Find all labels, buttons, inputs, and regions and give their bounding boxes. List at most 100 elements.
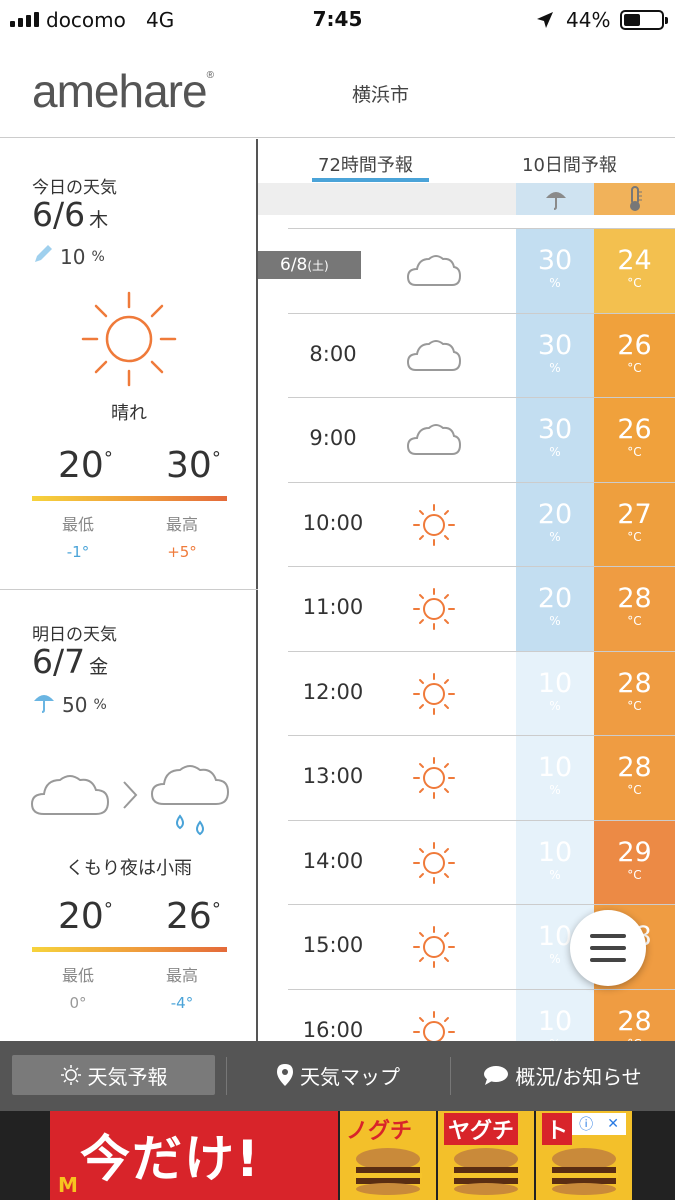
- rain-value: 10: [537, 752, 573, 783]
- sun-icon: [79, 289, 179, 389]
- hourly-row: 9:00 30% 26 °C: [288, 397, 675, 482]
- rain-unit: %: [549, 783, 561, 797]
- ad-banner[interactable]: 今だけ! M ノグチ ヤグチ ト ⓘ ✕: [0, 1111, 675, 1200]
- menu-button[interactable]: [570, 910, 646, 986]
- hourly-row: 12:00 10% 28 °C: [288, 650, 675, 736]
- temp-cell: 28°C: [594, 736, 675, 820]
- temp-range-bar: [32, 947, 227, 952]
- temp-cell: 28°C: [594, 989, 675, 1041]
- temp-cell: 27 °C: [594, 482, 675, 567]
- close-icon[interactable]: ✕: [607, 1116, 619, 1132]
- thermometer-icon: [630, 186, 642, 211]
- low-label: 最低: [61, 966, 94, 985]
- rain-cell: 30%: [516, 398, 594, 482]
- tomorrow-high-temp: 26°: [166, 896, 221, 937]
- today-precip: 10%: [32, 243, 105, 270]
- temp-value: 29: [617, 836, 652, 868]
- battery-icon: [620, 10, 668, 30]
- rain-unit: %: [549, 614, 561, 628]
- rain-cloud-icon: [150, 758, 230, 838]
- low-label: 最低: [61, 515, 94, 534]
- rain-unit: %: [549, 276, 561, 290]
- rain-value: 20: [537, 498, 573, 530]
- temp-column-header: [594, 183, 675, 215]
- city-name[interactable]: 横浜市: [352, 80, 409, 107]
- hour-label: 10:00: [302, 510, 364, 535]
- app-logo[interactable]: amehare®: [32, 64, 214, 118]
- burger-icon: [452, 1148, 520, 1195]
- rain-unit: %: [549, 698, 561, 713]
- nav-map[interactable]: 天気マップ: [236, 1055, 440, 1095]
- tab-10day[interactable]: 10日間予報: [522, 151, 617, 177]
- daily-summary-panel: 今日の天気 6/6 木 10% 晴れ 20° 30° 最低 最高 -1° +5°…: [0, 139, 258, 1041]
- bottom-nav: 天気予報 天気マップ 概況/お知らせ: [0, 1041, 675, 1111]
- temp-unit: °C: [627, 867, 642, 882]
- today-low-temp: 20°: [58, 445, 113, 486]
- nav-forecast[interactable]: 天気予報: [12, 1055, 215, 1095]
- high-diff: -4°: [170, 994, 194, 1012]
- rain-cell: 30%: [516, 229, 594, 313]
- low-diff: 0°: [69, 994, 87, 1012]
- hour-label: 12:00: [302, 679, 364, 704]
- temp-value: 28: [617, 667, 652, 699]
- temp-value: 27: [617, 498, 652, 530]
- location-arrow-icon: [536, 10, 554, 34]
- rain-cell: 10%: [516, 651, 594, 736]
- temp-value: 28: [617, 583, 652, 614]
- rain-value: 10: [537, 1005, 573, 1037]
- sun-icon: [406, 672, 462, 716]
- temp-unit: °C: [627, 276, 642, 290]
- tab-72h[interactable]: 72時間予報: [318, 151, 413, 177]
- sun-icon: [406, 756, 462, 800]
- cloud-icon: [406, 418, 462, 462]
- rain-value: 10: [537, 667, 573, 699]
- rain-cell: 10%: [516, 989, 594, 1041]
- burger-icon: [354, 1148, 422, 1195]
- temp-range-bar: [32, 496, 227, 501]
- forecast-tabs: 72時間予報 10日間予報: [258, 139, 675, 183]
- umbrella-icon: [546, 192, 566, 210]
- hourly-row: 10:00 20% 27 °C: [288, 481, 675, 567]
- rain-unit: %: [549, 445, 561, 459]
- umbrella-icon: [32, 690, 56, 719]
- temp-value: 26: [617, 329, 652, 361]
- sun-icon: [406, 1010, 462, 1041]
- temp-unit: °C: [627, 614, 642, 628]
- today-weather: 今日の天気 6/6 木 10% 晴れ 20° 30° 最低 最高 -1° +5°: [0, 139, 258, 589]
- active-tab-indicator: [312, 178, 429, 182]
- rain-value: 30: [537, 414, 573, 445]
- sun-icon: [406, 503, 462, 547]
- ad-headline-panel[interactable]: 今だけ! M: [50, 1111, 338, 1200]
- cloud-icon: [406, 249, 462, 293]
- hour-label: 16:00: [302, 1017, 364, 1042]
- status-bar: docomo 4G 7:45 44%: [0, 0, 675, 38]
- column-header: [258, 183, 675, 215]
- sun-icon: [60, 1065, 81, 1085]
- rain-unit: %: [549, 529, 561, 544]
- battery-percent: 44%: [566, 8, 611, 32]
- sun-icon: [406, 925, 462, 969]
- temp-unit: °C: [627, 445, 642, 459]
- hour-label: 11:00: [302, 595, 364, 619]
- tomorrow-weather: 明日の天気 6/7 金 50% くもり夜は小雨 20° 26° 最低 最高 0° …: [0, 590, 258, 1041]
- tomorrow-date: 6/7 金: [32, 642, 109, 681]
- ad-product-panel[interactable]: ノグチ: [340, 1111, 436, 1200]
- rain-cell: 10%: [516, 820, 594, 905]
- rain-column-header: [516, 183, 594, 215]
- nav-news[interactable]: 概況/お知らせ: [460, 1055, 665, 1095]
- temp-unit: °C: [627, 698, 642, 713]
- temp-unit: °C: [627, 529, 642, 544]
- temp-cell: 28°C: [594, 567, 675, 651]
- ad-product-panel[interactable]: ヤグチ: [438, 1111, 534, 1200]
- rain-cell: 20%: [516, 567, 594, 651]
- today-high-temp: 30°: [166, 445, 221, 486]
- divider: [450, 1057, 451, 1095]
- app-header: amehare® 横浜市: [0, 38, 675, 138]
- ad-close-button[interactable]: ⓘ ✕: [572, 1113, 626, 1135]
- sun-icon: [406, 587, 462, 631]
- info-icon[interactable]: ⓘ: [579, 1114, 593, 1134]
- rain-value: 20: [537, 583, 573, 614]
- temp-value: 24: [617, 245, 652, 276]
- rain-value: 30: [537, 245, 573, 276]
- chat-bubble-icon: [484, 1066, 509, 1085]
